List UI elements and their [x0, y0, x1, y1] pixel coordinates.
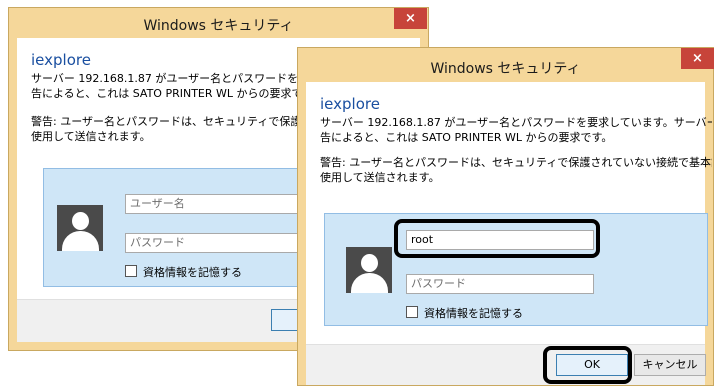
remember-label: 資格情報を記憶する — [143, 266, 242, 279]
title-bar: Windows セキュリティ × — [298, 48, 714, 78]
remember-label: 資格情報を記憶する — [424, 307, 523, 320]
dialog-title: Windows セキュリティ — [143, 18, 294, 34]
close-button[interactable]: × — [681, 48, 714, 69]
username-highlight-outline — [394, 219, 600, 258]
ok-button-highlight-outline — [543, 346, 632, 384]
server-message-line2: 告によると、これは SATO PRINTER WL からの要求です。 — [320, 131, 613, 144]
server-message-line1: サーバー 192.168.1.87 がユーザー名とパスワードを要求しています。サ… — [320, 116, 712, 129]
remember-checkbox[interactable] — [125, 265, 137, 277]
security-warning: 警告: ユーザー名とパスワードは、セキュリティで保護されていない接続で基本認証を… — [320, 155, 712, 185]
title-bar: Windows セキュリティ × — [9, 8, 428, 38]
user-avatar-icon — [346, 247, 392, 293]
dialog-footer: OK キャンセル — [306, 344, 706, 385]
warning-line1: 警告: ユーザー名とパスワードは、セキュリティで保護されていない接続で基本認証を — [320, 156, 712, 169]
app-name: iexplore — [320, 95, 380, 113]
warning-line2: 使用して送信されます。 — [320, 171, 440, 184]
cancel-button[interactable]: キャンセル — [634, 354, 706, 376]
password-field[interactable]: パスワード — [406, 274, 594, 294]
server-message: サーバー 192.168.1.87 がユーザー名とパスワードを要求しています。サ… — [320, 115, 712, 145]
password-placeholder: パスワード — [130, 236, 185, 249]
security-dialog-front: Windows セキュリティ × iexplore サーバー 192.168.1… — [297, 47, 714, 386]
user-avatar-icon — [57, 205, 103, 251]
remember-credentials[interactable]: 資格情報を記憶する — [125, 265, 242, 279]
remember-credentials[interactable]: 資格情報を記憶する — [406, 306, 523, 320]
close-button[interactable]: × — [394, 8, 427, 29]
password-placeholder: パスワード — [411, 277, 466, 290]
dialog-title: Windows セキュリティ — [430, 61, 581, 77]
app-name: iexplore — [31, 51, 91, 69]
username-placeholder: ユーザー名 — [130, 197, 185, 210]
remember-checkbox[interactable] — [406, 306, 418, 318]
